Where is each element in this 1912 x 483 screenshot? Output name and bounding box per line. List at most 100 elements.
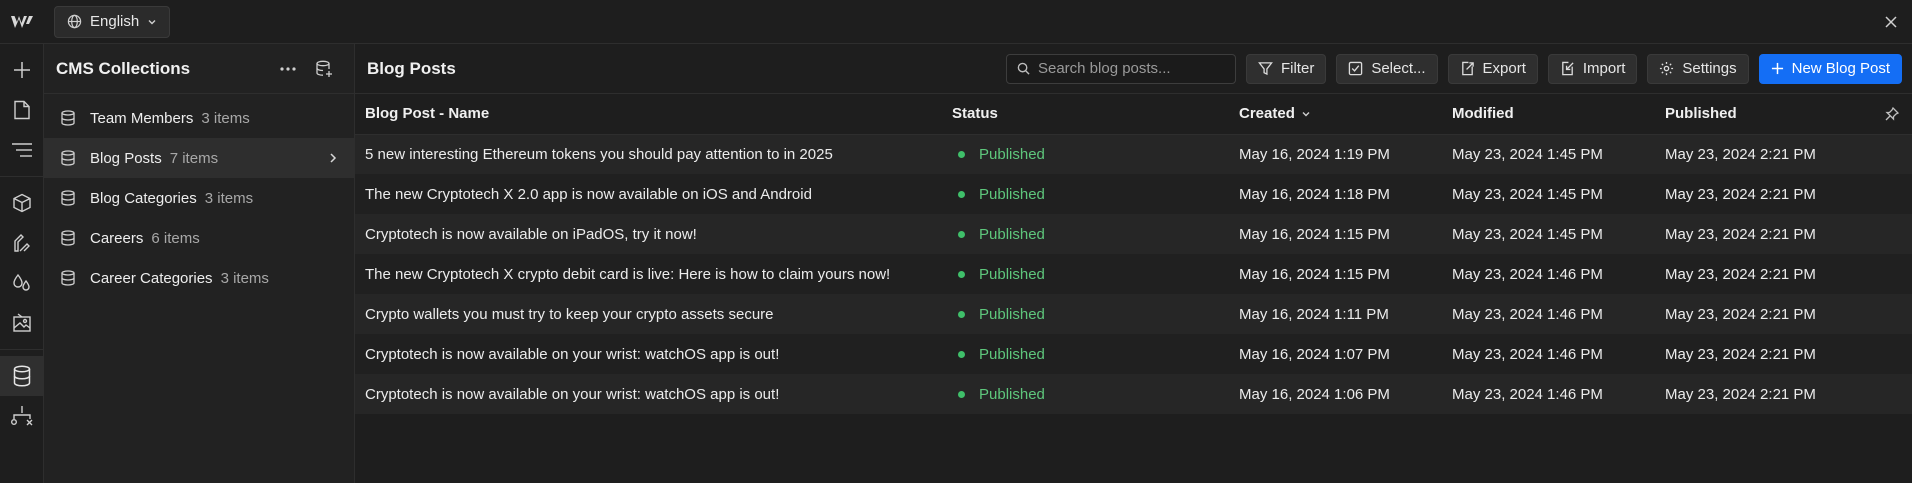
more-options-icon[interactable] xyxy=(270,54,306,84)
created-date: May 16, 2024 1:07 PM xyxy=(1229,334,1442,374)
logic-flow-icon[interactable] xyxy=(0,396,44,436)
collection-item-blog-posts[interactable]: Blog Posts 7 items xyxy=(44,138,354,178)
pages-icon[interactable] xyxy=(0,90,44,130)
published-date: May 23, 2024 2:21 PM xyxy=(1655,334,1875,374)
import-button[interactable]: Import xyxy=(1547,53,1638,84)
table-row[interactable]: 5 new interesting Ethereum tokens you sh… xyxy=(355,134,1912,174)
post-name[interactable]: The new Cryptotech X 2.0 app is now avai… xyxy=(355,174,942,214)
search-box[interactable] xyxy=(1005,53,1236,84)
post-name[interactable]: Cryptotech is now available on iPadOS, t… xyxy=(355,214,942,254)
top-bar: English xyxy=(0,0,1912,44)
published-date: May 23, 2024 2:21 PM xyxy=(1655,254,1875,294)
status-dot-icon xyxy=(958,390,965,398)
export-icon xyxy=(1460,61,1475,76)
assets-icon[interactable] xyxy=(0,303,44,343)
plus-icon xyxy=(1771,62,1784,75)
modified-date: May 23, 2024 1:45 PM xyxy=(1442,134,1655,174)
column-header-published[interactable]: Published xyxy=(1655,94,1875,135)
language-selector[interactable]: English xyxy=(54,5,171,38)
blog-posts-table: Blog Post - Name Status Created Modified… xyxy=(355,94,1912,414)
pin-column[interactable] xyxy=(1875,94,1912,135)
post-name[interactable]: Cryptotech is now available on your wris… xyxy=(355,334,942,374)
search-input[interactable] xyxy=(1037,60,1218,77)
collection-name: Blog Categories xyxy=(90,189,197,207)
collection-name: Team Members xyxy=(90,109,194,127)
collection-item-career-categories[interactable]: Career Categories 3 items xyxy=(44,258,354,298)
row-spacer xyxy=(1875,294,1912,334)
variables-icon[interactable] xyxy=(0,263,44,303)
import-label: Import xyxy=(1582,60,1626,77)
created-date: May 16, 2024 1:11 PM xyxy=(1229,294,1442,334)
status-label: Published xyxy=(979,345,1045,363)
status-cell: Published xyxy=(942,374,1229,414)
settings-button[interactable]: Settings xyxy=(1647,53,1749,84)
status-dot-icon xyxy=(958,190,965,198)
column-header-name[interactable]: Blog Post - Name xyxy=(355,94,942,135)
navigator-icon[interactable] xyxy=(0,130,44,170)
table-row[interactable]: The new Cryptotech X crypto debit card i… xyxy=(355,254,1912,294)
status-badge: Published xyxy=(952,146,1219,163)
collection-item-team-members[interactable]: Team Members 3 items xyxy=(44,98,354,138)
collection-item-blog-categories[interactable]: Blog Categories 3 items xyxy=(44,178,354,218)
status-label: Published xyxy=(979,145,1045,163)
components-icon[interactable] xyxy=(0,183,44,223)
database-icon xyxy=(60,270,76,286)
collection-name: Careers xyxy=(90,229,144,247)
left-rail xyxy=(0,44,44,483)
export-button[interactable]: Export xyxy=(1447,53,1538,84)
collection-name: Blog Posts xyxy=(90,149,162,167)
globe-icon xyxy=(67,14,82,29)
table-row[interactable]: Cryptotech is now available on iPadOS, t… xyxy=(355,214,1912,254)
new-blog-post-button[interactable]: New Blog Post xyxy=(1758,53,1902,84)
collection-count: 3 items xyxy=(201,109,250,127)
status-cell: Published xyxy=(942,174,1229,214)
published-date: May 23, 2024 2:21 PM xyxy=(1655,374,1875,414)
settings-label: Settings xyxy=(1682,60,1737,77)
pin-icon[interactable] xyxy=(1885,106,1902,121)
page-title: Blog Posts xyxy=(367,58,456,78)
modified-date: May 23, 2024 1:46 PM xyxy=(1442,334,1655,374)
cms-database-icon[interactable] xyxy=(0,356,44,396)
search-icon xyxy=(1017,62,1030,75)
collection-name: Career Categories xyxy=(90,269,213,287)
table-row[interactable]: Cryptotech is now available on your wris… xyxy=(355,374,1912,414)
filter-label: Filter xyxy=(1280,60,1315,77)
style-manager-icon[interactable] xyxy=(0,223,44,263)
webflow-logo-icon[interactable] xyxy=(0,0,44,44)
created-date: May 16, 2024 1:15 PM xyxy=(1229,214,1442,254)
row-spacer xyxy=(1875,214,1912,254)
status-badge: Published xyxy=(952,266,1219,283)
status-dot-icon xyxy=(958,310,965,318)
table-row[interactable]: Cryptotech is now available on your wris… xyxy=(355,334,1912,374)
filter-button[interactable]: Filter xyxy=(1245,53,1327,84)
column-header-status[interactable]: Status xyxy=(942,94,1229,135)
column-header-modified[interactable]: Modified xyxy=(1442,94,1655,135)
checkbox-icon xyxy=(1348,61,1363,76)
new-blog-post-label: New Blog Post xyxy=(1791,60,1890,77)
modified-date: May 23, 2024 1:45 PM xyxy=(1442,214,1655,254)
panel-title: CMS Collections xyxy=(56,58,191,78)
collection-item-careers[interactable]: Careers 6 items xyxy=(44,218,354,258)
add-icon[interactable] xyxy=(0,50,44,90)
post-name[interactable]: The new Cryptotech X crypto debit card i… xyxy=(355,254,942,294)
table-header-row: Blog Post - Name Status Created Modified… xyxy=(355,94,1912,135)
post-name[interactable]: 5 new interesting Ethereum tokens you sh… xyxy=(355,134,942,174)
blog-posts-view: Blog Posts Filter Select... Export xyxy=(355,44,1912,483)
row-spacer xyxy=(1875,134,1912,174)
post-name[interactable]: Cryptotech is now available on your wris… xyxy=(355,374,942,414)
table-row[interactable]: The new Cryptotech X 2.0 app is now avai… xyxy=(355,174,1912,214)
status-cell: Published xyxy=(942,334,1229,374)
post-name[interactable]: Crypto wallets you must try to keep your… xyxy=(355,294,942,334)
status-dot-icon xyxy=(958,230,965,238)
collections-list: Team Members 3 items Blog Posts 7 items … xyxy=(44,94,354,298)
published-date: May 23, 2024 2:21 PM xyxy=(1655,134,1875,174)
select-button[interactable]: Select... xyxy=(1336,53,1438,84)
modified-date: May 23, 2024 1:46 PM xyxy=(1442,294,1655,334)
cms-collections-header: CMS Collections xyxy=(44,44,354,94)
table-row[interactable]: Crypto wallets you must try to keep your… xyxy=(355,294,1912,334)
row-spacer xyxy=(1875,334,1912,374)
close-icon[interactable] xyxy=(1880,11,1902,33)
collection-count: 7 items xyxy=(169,149,219,167)
add-collection-icon[interactable] xyxy=(306,54,342,84)
column-header-created[interactable]: Created xyxy=(1229,94,1442,135)
